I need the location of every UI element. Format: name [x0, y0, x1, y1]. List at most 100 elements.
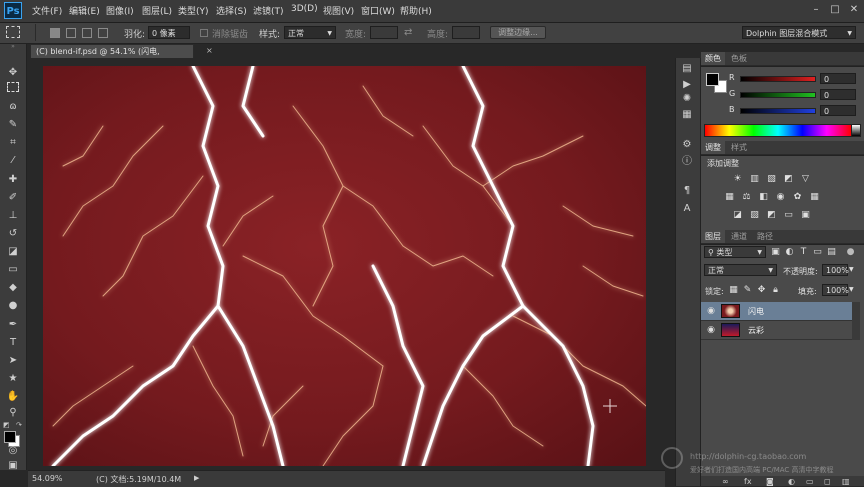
hand-tool-icon[interactable]: ✋	[3, 389, 23, 404]
close-window-button[interactable]: ✕	[846, 3, 862, 17]
menu-help[interactable]: 帮助(H)	[400, 4, 432, 17]
threshold-icon[interactable]: ◩	[766, 210, 777, 221]
dodge-tool-icon[interactable]: ●	[3, 298, 23, 313]
eyedropper-tool-icon[interactable]: ⁄	[3, 153, 23, 168]
character-panel-icon[interactable]: A	[679, 202, 695, 216]
clone-stamp-tool-icon[interactable]: ⊥	[3, 208, 23, 223]
menu-layer[interactable]: 图层(L)	[142, 4, 172, 17]
tab-styles[interactable]: 样式	[727, 141, 751, 154]
menu-filter[interactable]: 滤镜(T)	[253, 4, 284, 17]
brush-tool-icon[interactable]: ✐	[3, 190, 23, 205]
eye-icon[interactable]: ◉	[705, 325, 717, 335]
eye-icon[interactable]: ◉	[705, 306, 717, 316]
menu-edit[interactable]: 编辑(E)	[69, 4, 100, 17]
lock-all-icon[interactable]: 🔒︎	[770, 285, 781, 296]
workspace-select[interactable]: Dolphin 图层混合模式 ▼	[742, 26, 856, 39]
filter-type-icon[interactable]: T	[798, 247, 809, 258]
color-lookup-icon[interactable]: ▦	[809, 192, 820, 203]
filter-pixel-icon[interactable]: ▣	[770, 247, 781, 258]
channel-b-input[interactable]: 0	[820, 105, 856, 116]
link-layers-icon[interactable]: ∞	[722, 477, 729, 486]
feather-input[interactable]: 0 像素	[148, 26, 190, 39]
new-adjustment-icon[interactable]: ◐	[788, 477, 795, 486]
move-tool-icon[interactable]: ✥	[3, 65, 23, 80]
path-selection-tool-icon[interactable]: ➤	[3, 353, 23, 368]
history-brush-tool-icon[interactable]: ↺	[3, 226, 23, 241]
channel-mixer-icon[interactable]: ✿	[792, 192, 803, 203]
history-panel-icon[interactable]: ▤	[679, 62, 695, 76]
height-input[interactable]	[452, 26, 480, 39]
color-fg-swatch[interactable]	[706, 73, 719, 86]
minimize-button[interactable]: –	[808, 3, 824, 17]
subtract-selection-icon[interactable]	[82, 28, 92, 38]
lasso-tool-icon[interactable]: ɷ	[3, 99, 23, 114]
gradient-map-icon[interactable]: ▭	[783, 210, 794, 221]
properties-panel-icon[interactable]: ⚙	[679, 138, 695, 152]
fill-input[interactable]: 100%	[822, 284, 849, 296]
paragraph-panel-icon[interactable]: ¶	[679, 184, 695, 198]
refine-edge-button[interactable]: 调整边缘...	[490, 26, 546, 39]
tab-paths[interactable]: 路径	[753, 230, 777, 243]
filter-adjustment-icon[interactable]: ◐	[784, 247, 795, 258]
brightness-contrast-icon[interactable]: ☀	[732, 174, 743, 185]
color-spectrum-ramp[interactable]	[704, 124, 852, 137]
screen-mode-icon[interactable]: ▣	[3, 458, 23, 473]
menu-select[interactable]: 选择(S)	[216, 4, 247, 17]
layers-scrollbar[interactable]	[852, 302, 860, 340]
new-layer-icon[interactable]: ◻	[824, 477, 831, 486]
selective-color-icon[interactable]: ▣	[800, 210, 811, 221]
vibrance-icon[interactable]: ▽	[800, 174, 811, 185]
width-input[interactable]	[370, 26, 398, 39]
intersect-selection-icon[interactable]	[98, 28, 108, 38]
menu-window[interactable]: 窗口(W)	[361, 4, 395, 17]
tab-layers[interactable]: 图层	[701, 230, 725, 243]
new-selection-icon[interactable]	[50, 28, 60, 38]
menu-view[interactable]: 视图(V)	[323, 4, 354, 17]
add-mask-icon[interactable]: ◙	[766, 477, 774, 486]
info-panel-icon[interactable]: ⓘ	[679, 155, 695, 169]
eraser-tool-icon[interactable]: ◪	[3, 244, 23, 259]
delete-layer-icon[interactable]: ▥	[842, 477, 850, 486]
filter-smart-object-icon[interactable]: ▤	[826, 247, 837, 258]
filter-toggle-icon[interactable]: ●	[845, 247, 856, 258]
swap-dimensions-icon[interactable]: ⇄	[404, 27, 412, 38]
brush-presets-panel-icon[interactable]: ✺	[679, 92, 695, 106]
chevron-down-icon[interactable]: ▼	[849, 286, 854, 293]
gradient-tool-icon[interactable]: ▭	[3, 262, 23, 277]
quick-selection-tool-icon[interactable]: ✎	[3, 117, 23, 132]
foreground-color-swatch[interactable]	[4, 431, 16, 443]
swap-colors-icon[interactable]: ↷	[16, 421, 22, 429]
marquee-tool-icon[interactable]	[3, 82, 23, 97]
lock-transparent-icon[interactable]: ▦	[728, 285, 739, 296]
lock-position-icon[interactable]: ✥	[756, 285, 767, 296]
menu-image[interactable]: 图像(I)	[106, 4, 134, 17]
crop-tool-icon[interactable]: ⌗	[3, 135, 23, 150]
menu-file[interactable]: 文件(F)	[32, 4, 62, 17]
pen-tool-icon[interactable]: ✒	[3, 317, 23, 332]
blur-tool-icon[interactable]: ◆	[3, 280, 23, 295]
levels-icon[interactable]: ▥	[749, 174, 760, 185]
marquee-tool-preset-icon[interactable]	[6, 26, 20, 38]
channel-b-slider[interactable]	[740, 108, 816, 114]
channel-g-slider[interactable]	[740, 92, 816, 98]
default-colors-icon[interactable]: ◩	[3, 421, 10, 429]
zoom-level[interactable]: 54.09%	[32, 474, 63, 483]
channel-r-input[interactable]: 0	[820, 73, 856, 84]
opacity-input[interactable]: 100%	[822, 264, 849, 276]
restore-button[interactable]: □	[827, 3, 843, 17]
chevron-down-icon[interactable]: ▼	[849, 266, 854, 273]
lock-image-icon[interactable]: ✎	[742, 285, 753, 296]
color-balance-icon[interactable]: ⚖	[741, 192, 752, 203]
posterize-icon[interactable]: ▨	[749, 210, 760, 221]
photo-filter-icon[interactable]: ◉	[775, 192, 786, 203]
healing-brush-tool-icon[interactable]: ✚	[3, 172, 23, 187]
style-select[interactable]: 正常 ▼	[284, 26, 336, 39]
channel-g-input[interactable]: 0	[820, 89, 856, 100]
new-group-icon[interactable]: ▭	[806, 477, 814, 486]
layer-name[interactable]: 闪电	[748, 306, 764, 317]
quick-mask-icon[interactable]: ◎	[3, 443, 23, 458]
exposure-icon[interactable]: ◩	[783, 174, 794, 185]
filter-shape-icon[interactable]: ▭	[812, 247, 823, 258]
status-menu-arrow-icon[interactable]: ▶	[194, 474, 199, 482]
tab-channels[interactable]: 通道	[727, 230, 751, 243]
